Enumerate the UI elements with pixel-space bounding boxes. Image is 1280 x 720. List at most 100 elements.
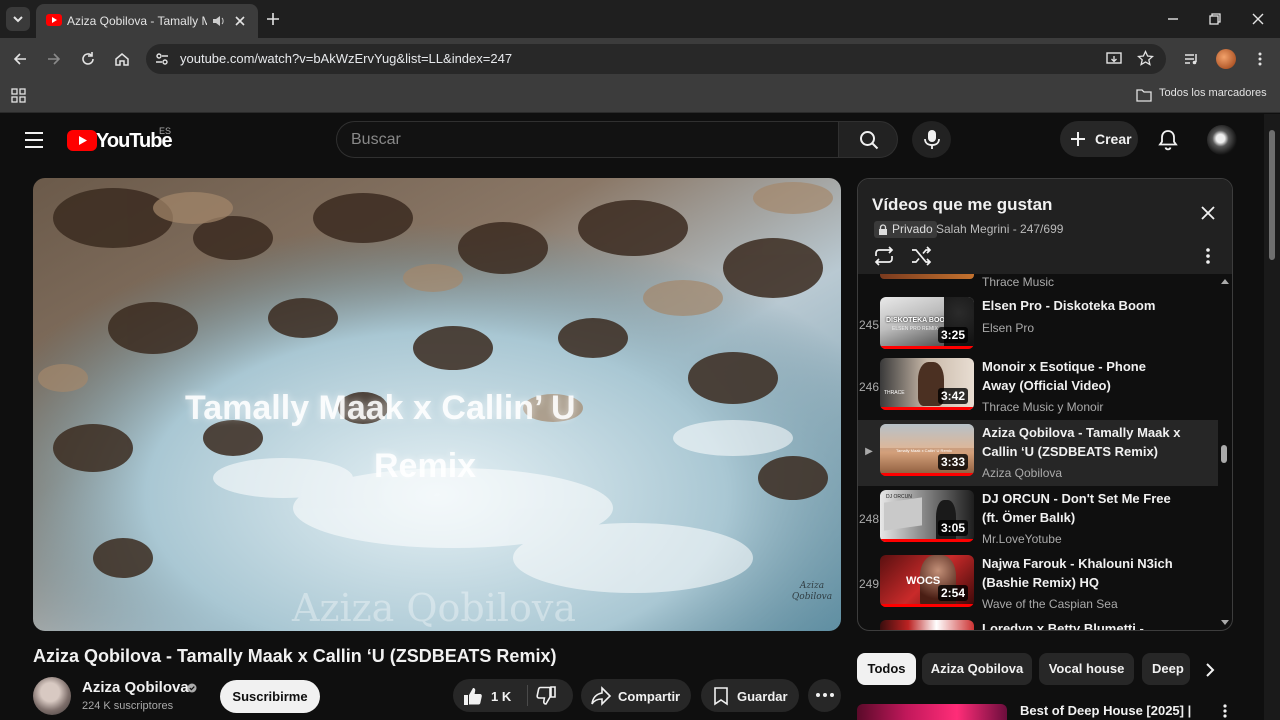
item-title[interactable]: DJ ORCUN - Don't Set Me Free (ft. Ömer B… <box>982 489 1182 527</box>
back-arrow-icon[interactable] <box>12 51 28 67</box>
shuffle-icon[interactable] <box>910 246 932 266</box>
chip-all[interactable]: Todos <box>857 653 916 685</box>
url-text[interactable]: youtube.com/watch?v=bAkWzErvYug&list=LL&… <box>180 51 512 66</box>
video-corner-mark: Aziza Qobilova <box>791 581 833 602</box>
watched-progress-bar <box>880 604 974 607</box>
item-index: 248 <box>858 512 880 526</box>
subscribe-button[interactable]: Suscribirme <box>220 680 320 713</box>
chip-channel[interactable]: Aziza Qobilova <box>922 653 1032 685</box>
close-window-icon[interactable] <box>1251 12 1265 26</box>
watched-progress-bar <box>880 407 974 410</box>
recommendation-thumbnail[interactable] <box>857 704 1007 720</box>
page-scrollbar-thumb[interactable] <box>1269 130 1275 260</box>
tab-search-button[interactable] <box>6 7 30 31</box>
create-label: Crear <box>1095 131 1132 147</box>
chip-vocal-house[interactable]: Vocal house <box>1039 653 1134 685</box>
install-app-icon[interactable] <box>1106 51 1124 67</box>
recommendation-more-icon[interactable] <box>1222 704 1228 718</box>
item-title[interactable]: Aziza Qobilova - Tamally Maak x Callin ‘… <box>982 423 1182 461</box>
media-controls-icon[interactable] <box>1183 51 1199 67</box>
like-count[interactable]: 1 K <box>491 689 511 704</box>
browser-menu-icon[interactable] <box>1252 51 1268 67</box>
restore-icon[interactable] <box>1208 12 1222 26</box>
channel-avatar[interactable] <box>33 677 71 715</box>
playlist-more-icon[interactable] <box>1205 248 1211 264</box>
item-duration: 3:33 <box>937 454 968 470</box>
item-channel[interactable]: Wave of the Caspian Sea <box>982 597 1118 611</box>
close-tab-icon[interactable] <box>233 14 247 28</box>
item-title[interactable]: Najwa Farouk - Khalouni N3ich (Bashie Re… <box>982 554 1182 592</box>
browser-tab-active[interactable]: Aziza Qobilova - Tamally Maak x Callin ‘… <box>36 4 258 38</box>
item-thumbnail: DISKOTEKA BOOM ELSEN PRO REMIX 3:25 <box>880 297 974 349</box>
share-arrow-icon <box>591 686 612 706</box>
thumbnail-caption: THRACE <box>884 390 905 396</box>
home-icon[interactable] <box>114 51 130 67</box>
thumbnail-building <box>884 497 922 531</box>
new-tab-icon[interactable] <box>266 12 280 26</box>
now-playing-indicator: ▶ <box>865 446 873 457</box>
youtube-favicon-icon <box>46 14 62 26</box>
video-overlay-title-line1: Tamally Maak x Callin’ U <box>185 389 576 427</box>
video-title: Aziza Qobilova - Tamally Maak x Callin ‘… <box>33 646 557 666</box>
more-actions-button[interactable] <box>808 679 841 712</box>
thumbnail-caption: DISKOTEKA BOOM <box>886 317 951 324</box>
search-input[interactable] <box>351 130 821 150</box>
item-duration: 3:05 <box>937 520 968 536</box>
profile-avatar[interactable] <box>1216 49 1236 69</box>
chevron-down-icon <box>13 16 23 23</box>
partial-thumbnail <box>880 274 974 279</box>
playlist-panel: Vídeos que me gustan Privado Salah Megri… <box>857 178 1233 631</box>
dislike-thumbs-down-icon[interactable] <box>536 686 558 706</box>
item-thumbnail: WOCS 2:54 <box>880 555 974 607</box>
chevron-right-icon[interactable] <box>1203 662 1217 678</box>
channel-name[interactable]: Aziza Qobilova <box>82 679 189 696</box>
account-avatar[interactable] <box>1207 125 1237 155</box>
reload-icon[interactable] <box>80 51 96 67</box>
youtube-logo[interactable]: YouTube ES <box>67 126 173 152</box>
playlist-item[interactable]: 248 DJ ORCUN 3:05 DJ ORCUN - Don't Set M… <box>858 486 1218 550</box>
item-thumbnail: Tamally Maak x Callin' U Remix 3:33 <box>880 424 974 476</box>
video-watermark: Aziza Qobilova <box>292 586 577 630</box>
hamburger-menu-icon[interactable] <box>24 131 44 149</box>
all-bookmarks-label[interactable]: Todos los marcadores <box>1159 87 1267 99</box>
item-channel[interactable]: Mr.LoveYotube <box>982 532 1062 546</box>
notifications-bell-icon[interactable] <box>1158 129 1178 151</box>
playlist-item[interactable]: 249 WOCS 2:54 Najwa Farouk - Khalouni N3… <box>858 551 1218 615</box>
playlist-scrollbar-thumb[interactable] <box>1221 445 1227 463</box>
like-thumbs-up-icon[interactable] <box>462 686 484 706</box>
item-title[interactable]: Monoir x Esotique - Phone Away (Official… <box>982 357 1182 395</box>
minimize-icon[interactable] <box>1166 12 1180 26</box>
subscriber-count: 224 K suscriptores <box>82 700 174 712</box>
item-channel[interactable]: Elsen Pro <box>982 321 1034 335</box>
partial-item-channel[interactable]: Thrace Music <box>982 275 1054 289</box>
share-label: Compartir <box>618 689 681 704</box>
loop-icon[interactable] <box>873 246 895 266</box>
search-icon <box>860 131 879 150</box>
playlist-item[interactable]: 246 THRACE 3:42 Monoir x Esotique - Phon… <box>858 354 1218 418</box>
chip-deep[interactable]: Deep <box>1142 653 1190 685</box>
more-horizontal-icon <box>816 693 834 697</box>
item-index: 246 <box>858 380 880 394</box>
bookmark-star-icon[interactable] <box>1137 50 1154 67</box>
plus-icon <box>1071 132 1085 146</box>
item-channel[interactable]: Thrace Music y Monoir <box>982 400 1103 414</box>
thumbnail-caption: Tamally Maak x Callin' U Remix <box>896 448 952 453</box>
apps-grid-icon[interactable] <box>11 88 27 104</box>
partial-item-title[interactable]: Loredyn x Betty Blumetti - <box>982 619 1182 630</box>
playlist-title[interactable]: Vídeos que me gustan <box>872 195 1052 215</box>
item-duration: 3:25 <box>937 327 968 343</box>
scroll-up-icon[interactable] <box>1221 278 1229 284</box>
item-channel[interactable]: Aziza Qobilova <box>982 466 1062 480</box>
item-title[interactable]: Elsen Pro - Diskoteka Boom <box>982 296 1182 315</box>
voice-search-button[interactable] <box>912 121 951 158</box>
scroll-down-icon[interactable] <box>1221 620 1229 626</box>
thumbnail-caption: DJ ORCUN <box>886 494 912 500</box>
forward-arrow-icon[interactable] <box>46 51 62 67</box>
playlist-item-current[interactable]: ▶ Tamally Maak x Callin' U Remix 3:33 Az… <box>858 420 1218 486</box>
search-button[interactable] <box>838 121 898 158</box>
playlist-item[interactable]: 245 DISKOTEKA BOOM ELSEN PRO REMIX 3:25 … <box>858 293 1218 357</box>
close-playlist-icon[interactable] <box>1201 206 1215 220</box>
bookmarks-bar <box>0 80 1280 113</box>
recommendation-title[interactable]: Best of Deep House [2025] | <box>1020 703 1191 718</box>
site-settings-icon[interactable] <box>154 51 170 67</box>
